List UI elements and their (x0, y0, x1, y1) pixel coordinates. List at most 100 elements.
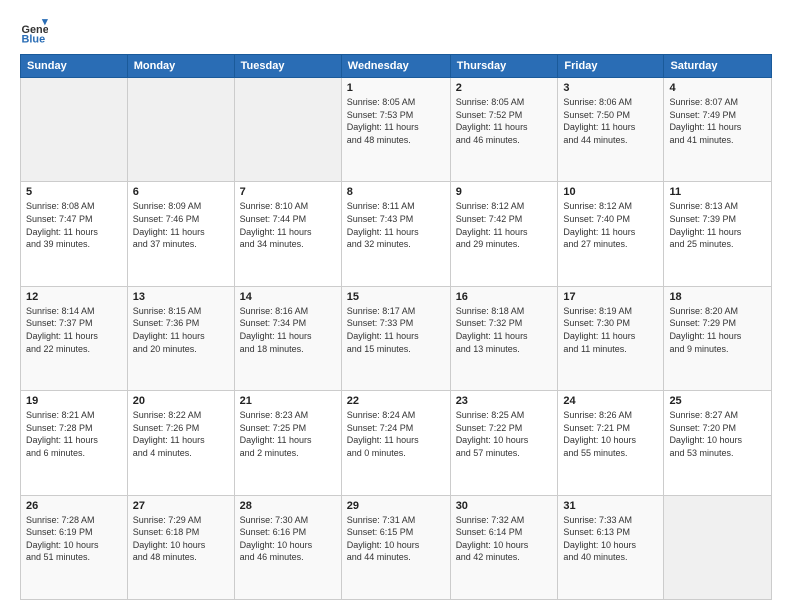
day-number: 6 (133, 186, 229, 198)
day-number: 17 (563, 291, 658, 303)
day-info: Sunrise: 8:05 AM Sunset: 7:53 PM Dayligh… (347, 96, 445, 146)
calendar-cell: 6 Sunrise: 8:09 AM Sunset: 7:46 PM Daylig… (127, 182, 234, 286)
week-row-3: 19 Sunrise: 8:21 AM Sunset: 7:28 PM Dayli… (21, 391, 772, 495)
day-info: Sunrise: 8:26 AM Sunset: 7:21 PM Dayligh… (563, 409, 658, 459)
day-info: Sunrise: 8:18 AM Sunset: 7:32 PM Dayligh… (456, 305, 553, 355)
day-number: 20 (133, 395, 229, 407)
day-info: Sunrise: 7:33 AM Sunset: 6:13 PM Dayligh… (563, 514, 658, 564)
calendar-cell: 24 Sunrise: 8:26 AM Sunset: 7:21 PM Dayli… (558, 391, 664, 495)
calendar-cell: 26Sunrise: 7:28 AM Sunset: 6:19 PM Dayli… (21, 495, 128, 599)
day-info: Sunrise: 8:14 AM Sunset: 7:37 PM Dayligh… (26, 305, 122, 355)
day-number: 30 (456, 500, 553, 512)
day-info: Sunrise: 7:31 AM Sunset: 6:15 PM Dayligh… (347, 514, 445, 564)
day-info: Sunrise: 8:05 AM Sunset: 7:52 PM Dayligh… (456, 96, 553, 146)
day-info: Sunrise: 8:08 AM Sunset: 7:47 PM Dayligh… (26, 200, 122, 250)
day-header-friday: Friday (558, 55, 664, 78)
day-number: 22 (347, 395, 445, 407)
calendar-table: SundayMondayTuesdayWednesdayThursdayFrid… (20, 54, 772, 600)
calendar-cell: 22 Sunrise: 8:24 AM Sunset: 7:24 PM Dayli… (341, 391, 450, 495)
day-info: Sunrise: 8:12 AM Sunset: 7:40 PM Dayligh… (563, 200, 658, 250)
week-row-1: 5 Sunrise: 8:08 AM Sunset: 7:47 PM Daylig… (21, 182, 772, 286)
day-number: 2 (456, 82, 553, 94)
day-number: 1 (347, 82, 445, 94)
day-info: Sunrise: 7:29 AM Sunset: 6:18 PM Dayligh… (133, 514, 229, 564)
day-number: 8 (347, 186, 445, 198)
logo-icon: General Blue (20, 16, 48, 44)
day-info: Sunrise: 8:22 AM Sunset: 7:26 PM Dayligh… (133, 409, 229, 459)
calendar-cell: 12Sunrise: 8:14 AM Sunset: 7:37 PM Dayli… (21, 286, 128, 390)
day-number: 18 (669, 291, 766, 303)
calendar-cell: 11 Sunrise: 8:13 AM Sunset: 7:39 PM Dayli… (664, 182, 772, 286)
day-header-saturday: Saturday (664, 55, 772, 78)
calendar-cell: 10Sunrise: 8:12 AM Sunset: 7:40 PM Dayli… (558, 182, 664, 286)
day-number: 5 (26, 186, 122, 198)
calendar-cell: 2 Sunrise: 8:05 AM Sunset: 7:52 PM Daylig… (450, 78, 558, 182)
calendar-cell: 21 Sunrise: 8:23 AM Sunset: 7:25 PM Dayli… (234, 391, 341, 495)
calendar-header: SundayMondayTuesdayWednesdayThursdayFrid… (21, 55, 772, 78)
day-number: 31 (563, 500, 658, 512)
calendar-cell: 7 Sunrise: 8:10 AM Sunset: 7:44 PM Daylig… (234, 182, 341, 286)
day-number: 25 (669, 395, 766, 407)
day-info: Sunrise: 8:15 AM Sunset: 7:36 PM Dayligh… (133, 305, 229, 355)
day-info: Sunrise: 8:20 AM Sunset: 7:29 PM Dayligh… (669, 305, 766, 355)
day-info: Sunrise: 7:28 AM Sunset: 6:19 PM Dayligh… (26, 514, 122, 564)
day-number: 9 (456, 186, 553, 198)
day-header-tuesday: Tuesday (234, 55, 341, 78)
calendar-cell: 4 Sunrise: 8:07 AM Sunset: 7:49 PM Daylig… (664, 78, 772, 182)
calendar-cell: 16 Sunrise: 8:18 AM Sunset: 7:32 PM Dayli… (450, 286, 558, 390)
calendar-cell: 13 Sunrise: 8:15 AM Sunset: 7:36 PM Dayli… (127, 286, 234, 390)
day-number: 7 (240, 186, 336, 198)
logo: General Blue (20, 16, 52, 44)
day-number: 11 (669, 186, 766, 198)
day-number: 27 (133, 500, 229, 512)
calendar-cell: 9 Sunrise: 8:12 AM Sunset: 7:42 PM Daylig… (450, 182, 558, 286)
day-number: 16 (456, 291, 553, 303)
calendar-cell: 20 Sunrise: 8:22 AM Sunset: 7:26 PM Dayli… (127, 391, 234, 495)
day-info: Sunrise: 8:23 AM Sunset: 7:25 PM Dayligh… (240, 409, 336, 459)
day-number: 28 (240, 500, 336, 512)
calendar-cell: 1 Sunrise: 8:05 AM Sunset: 7:53 PM Daylig… (341, 78, 450, 182)
day-number: 15 (347, 291, 445, 303)
day-number: 21 (240, 395, 336, 407)
calendar-cell: 14 Sunrise: 8:16 AM Sunset: 7:34 PM Dayli… (234, 286, 341, 390)
calendar-cell: 29 Sunrise: 7:31 AM Sunset: 6:15 PM Dayli… (341, 495, 450, 599)
day-info: Sunrise: 8:12 AM Sunset: 7:42 PM Dayligh… (456, 200, 553, 250)
calendar-cell: 27 Sunrise: 7:29 AM Sunset: 6:18 PM Dayli… (127, 495, 234, 599)
day-info: Sunrise: 8:09 AM Sunset: 7:46 PM Dayligh… (133, 200, 229, 250)
day-header-thursday: Thursday (450, 55, 558, 78)
calendar-cell: 31 Sunrise: 7:33 AM Sunset: 6:13 PM Dayli… (558, 495, 664, 599)
calendar-cell: 3 Sunrise: 8:06 AM Sunset: 7:50 PM Daylig… (558, 78, 664, 182)
day-info: Sunrise: 8:24 AM Sunset: 7:24 PM Dayligh… (347, 409, 445, 459)
day-number: 3 (563, 82, 658, 94)
day-header-sunday: Sunday (21, 55, 128, 78)
day-info: Sunrise: 8:21 AM Sunset: 7:28 PM Dayligh… (26, 409, 122, 459)
day-number: 19 (26, 395, 122, 407)
calendar-cell: 28 Sunrise: 7:30 AM Sunset: 6:16 PM Dayli… (234, 495, 341, 599)
calendar-cell: 30 Sunrise: 7:32 AM Sunset: 6:14 PM Dayli… (450, 495, 558, 599)
calendar-cell (127, 78, 234, 182)
day-info: Sunrise: 8:06 AM Sunset: 7:50 PM Dayligh… (563, 96, 658, 146)
day-number: 24 (563, 395, 658, 407)
calendar-cell: 8Sunrise: 8:11 AM Sunset: 7:43 PM Daylig… (341, 182, 450, 286)
calendar-body: 1 Sunrise: 8:05 AM Sunset: 7:53 PM Daylig… (21, 78, 772, 600)
day-info: Sunrise: 8:13 AM Sunset: 7:39 PM Dayligh… (669, 200, 766, 250)
day-info: Sunrise: 8:10 AM Sunset: 7:44 PM Dayligh… (240, 200, 336, 250)
day-info: Sunrise: 7:30 AM Sunset: 6:16 PM Dayligh… (240, 514, 336, 564)
day-info: Sunrise: 8:27 AM Sunset: 7:20 PM Dayligh… (669, 409, 766, 459)
day-info: Sunrise: 8:07 AM Sunset: 7:49 PM Dayligh… (669, 96, 766, 146)
day-info: Sunrise: 8:25 AM Sunset: 7:22 PM Dayligh… (456, 409, 553, 459)
calendar-cell (21, 78, 128, 182)
day-info: Sunrise: 7:32 AM Sunset: 6:14 PM Dayligh… (456, 514, 553, 564)
day-header-monday: Monday (127, 55, 234, 78)
calendar-cell: 18 Sunrise: 8:20 AM Sunset: 7:29 PM Dayli… (664, 286, 772, 390)
week-row-2: 12Sunrise: 8:14 AM Sunset: 7:37 PM Dayli… (21, 286, 772, 390)
day-number: 13 (133, 291, 229, 303)
calendar-cell: 17Sunrise: 8:19 AM Sunset: 7:30 PM Dayli… (558, 286, 664, 390)
page-header: General Blue (20, 16, 772, 44)
day-number: 23 (456, 395, 553, 407)
day-number: 4 (669, 82, 766, 94)
day-info: Sunrise: 8:16 AM Sunset: 7:34 PM Dayligh… (240, 305, 336, 355)
calendar-cell: 23 Sunrise: 8:25 AM Sunset: 7:22 PM Dayli… (450, 391, 558, 495)
day-number: 14 (240, 291, 336, 303)
day-number: 29 (347, 500, 445, 512)
